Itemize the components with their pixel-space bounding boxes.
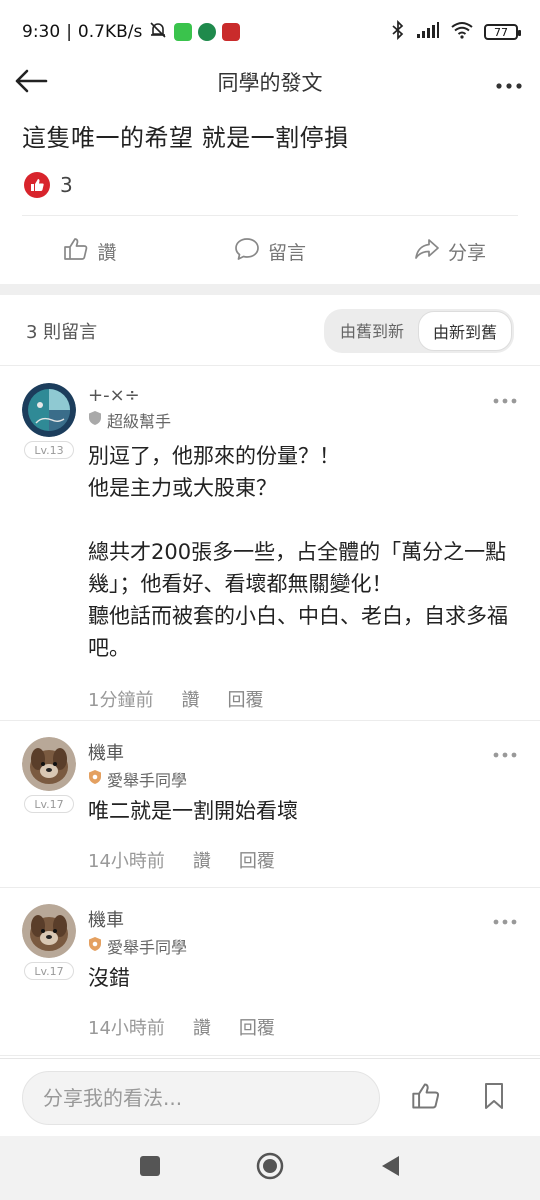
comment-author[interactable]: +-×÷ [88, 385, 518, 406]
comment-text: 唯二就是一割開始看壞 [88, 799, 298, 823]
comment-like-button[interactable]: 讚 [193, 847, 211, 873]
sort-newest-first[interactable]: 由新到舊 [417, 310, 512, 351]
comment-time: 14小時前 [88, 851, 165, 872]
comment-author[interactable]: 機車 [88, 906, 518, 932]
comment-role: 愛舉手同學 [88, 934, 518, 958]
status-net-speed: 0.7KB/s [77, 22, 143, 42]
comment-label: 留言 [267, 241, 306, 264]
silent-bell-icon [148, 20, 168, 45]
level-badge: Lv.17 [24, 795, 74, 813]
comment-item: Lv.17 機車 愛舉手同學 沒錯 14小時前 讚 回覆 [0, 888, 540, 1056]
thumbs-up-icon [411, 1082, 441, 1114]
battery-level: 77 [494, 25, 508, 39]
comment-input-wrapper [22, 1070, 380, 1125]
wifi-icon [450, 21, 474, 44]
badge-shield-icon [88, 769, 102, 789]
status-bar: 9:30 | 0.7KB/s 77 [0, 0, 540, 64]
share-button[interactable]: 分享 [360, 230, 540, 272]
like-count: 3 [60, 173, 73, 197]
comment-like-button[interactable]: 讚 [181, 686, 199, 712]
bookmark-icon [483, 1082, 505, 1114]
sort-oldest-first[interactable]: 由舊到新 [326, 311, 418, 351]
section-separator [0, 284, 540, 295]
post-title: 這隻唯一的希望 就是一割停損 [22, 124, 349, 152]
comment-reply-button[interactable]: 回覆 [227, 686, 263, 712]
recent-apps-button[interactable] [126, 1144, 174, 1192]
comment-text: 別逗了，他那來的份量？！ 他是主力或大股東？ 總共才200張多一些，占全體的「萬… [88, 444, 508, 660]
comment-button[interactable]: 留言 [180, 230, 360, 272]
avatar-image [22, 737, 76, 791]
post-actions: 讚 留言 分享 [0, 230, 540, 272]
comment-text: 沒錯 [88, 966, 130, 990]
like-post-button[interactable] [406, 1078, 446, 1118]
avatar[interactable]: Lv.13 [22, 383, 78, 459]
comment-role: 超級幫手 [88, 408, 518, 432]
comment-reply-button[interactable]: 回覆 [239, 1014, 275, 1040]
square-icon [139, 1155, 161, 1181]
comment-meta: 14小時前 讚 回覆 [88, 1014, 518, 1040]
comment-role: 愛舉手同學 [88, 767, 518, 791]
battery-icon: 77 [484, 24, 521, 40]
avatar[interactable]: Lv.17 [22, 904, 78, 980]
comments-count: 3 則留言 [26, 321, 98, 343]
level-badge: Lv.13 [24, 441, 74, 459]
avatar-image [22, 904, 76, 958]
comment-time: 14小時前 [88, 1018, 165, 1039]
comments-header: 3 則留言 由舊到新 由新到舊 [0, 296, 540, 366]
signal-icon [416, 21, 440, 44]
comment-item: Lv.17 機車 愛舉手同學 唯二就是一割開始看壞 14小時前 讚 回覆 [0, 721, 540, 888]
back-arrow-icon [14, 69, 48, 97]
badge-shield-icon [88, 936, 102, 956]
share-label: 分享 [447, 241, 486, 264]
back-nav-button[interactable] [366, 1144, 414, 1192]
avatar-image [22, 383, 76, 437]
bank-app-icon [198, 23, 217, 41]
comment-meta: 1分鐘前 讚 回覆 [88, 686, 518, 712]
bookmark-button[interactable] [474, 1078, 514, 1118]
level-badge: Lv.17 [24, 962, 74, 980]
comment-meta: 14小時前 讚 回覆 [88, 847, 518, 873]
system-nav-bar [0, 1136, 540, 1200]
line-app-icon [174, 23, 193, 41]
divider [22, 215, 518, 216]
like-button[interactable]: 讚 [0, 230, 180, 272]
status-time: 9:30 [22, 22, 61, 42]
thumbs-up-icon [63, 237, 89, 266]
home-button[interactable] [246, 1144, 294, 1192]
page-title: 同學的發文 [217, 71, 323, 95]
back-button[interactable] [14, 66, 48, 100]
bluetooth-icon [390, 19, 406, 45]
app-bar: 同學的發文 [0, 64, 540, 100]
avatar[interactable]: Lv.17 [22, 737, 78, 813]
comment-author[interactable]: 機車 [88, 739, 518, 765]
comment-reply-button[interactable]: 回覆 [239, 847, 275, 873]
red-app-icon [222, 23, 241, 41]
sort-toggle: 由舊到新 由新到舊 [323, 308, 514, 353]
share-arrow-icon [414, 237, 440, 266]
more-options-button[interactable] [494, 68, 524, 98]
comment-input[interactable] [43, 1085, 379, 1110]
circle-icon [256, 1152, 284, 1184]
post-likes[interactable]: 3 [24, 172, 73, 198]
comment-like-button[interactable]: 讚 [193, 1014, 211, 1040]
more-dots-icon [496, 74, 522, 93]
triangle-back-icon [379, 1154, 401, 1182]
comment-item: Lv.13 +-×÷ 超級幫手 別逗了，他那來的份量？！ 他是主力或大股東？ 總… [0, 367, 540, 721]
comment-input-bar [0, 1058, 540, 1136]
comment-time: 1分鐘前 [88, 690, 154, 711]
like-label: 讚 [97, 241, 117, 264]
shield-icon [88, 410, 102, 430]
thumbs-up-badge-icon [24, 172, 50, 198]
speech-bubble-icon [234, 237, 260, 266]
